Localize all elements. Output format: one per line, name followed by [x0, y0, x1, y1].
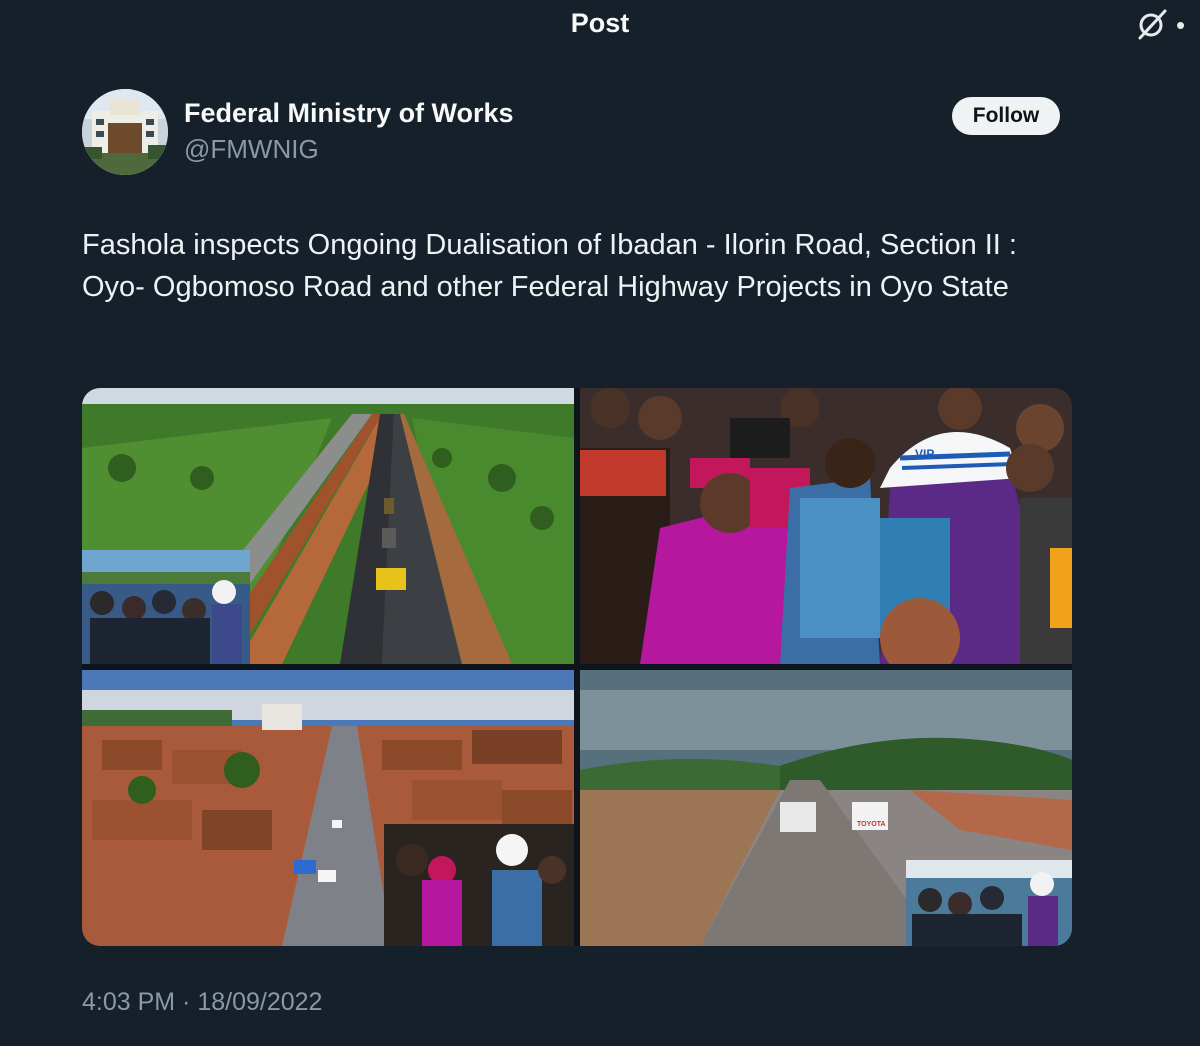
- media-grid: VIP TOYOTA: [82, 388, 1072, 946]
- top-bar: Post •: [0, 0, 1200, 48]
- more-icon[interactable]: •: [1176, 12, 1185, 38]
- post-timestamp[interactable]: 4:03 PM · 18/09/2022: [82, 988, 322, 1017]
- author-handle[interactable]: @FMWNIG: [184, 134, 319, 165]
- grok-icon[interactable]: [1134, 6, 1170, 42]
- photo2-hat-text: VIP: [915, 447, 934, 461]
- post-text: Fashola inspects Ongoing Dualisation of …: [82, 229, 1017, 303]
- follow-button[interactable]: Follow: [952, 97, 1060, 135]
- avatar[interactable]: [82, 89, 168, 175]
- photo-aerial-highway[interactable]: [82, 388, 574, 664]
- photo-town-aerial[interactable]: [82, 670, 574, 946]
- author-name[interactable]: Federal Ministry of Works: [184, 98, 514, 129]
- photo-road-vehicles[interactable]: TOYOTA: [580, 670, 1072, 946]
- photo-inspection-crowd[interactable]: VIP: [580, 388, 1072, 664]
- page-title: Post: [570, 8, 630, 38]
- photo4-vehicle-text: TOYOTA: [857, 821, 886, 828]
